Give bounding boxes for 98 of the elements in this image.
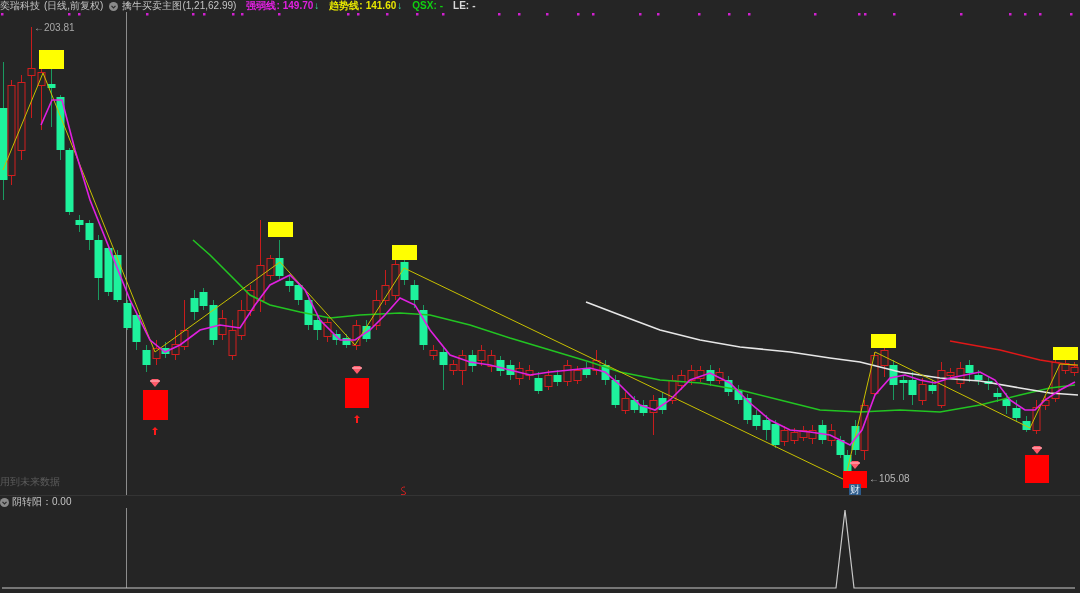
bullish-candlestick — [573, 365, 582, 385]
bearish-candlestick — [496, 355, 505, 377]
bullish-candlestick — [649, 394, 658, 436]
indicator-label: LE: — [453, 0, 470, 12]
bullish-candlestick — [429, 344, 438, 361]
indicator-name: 擒牛买卖主图(1,21,62.99) — [122, 0, 237, 12]
bullish-candlestick — [668, 374, 677, 405]
sell-signal-marker — [392, 245, 417, 260]
collapse-toggle-icon[interactable] — [109, 1, 119, 11]
bearish-candlestick — [1012, 399, 1021, 423]
bearish-candlestick — [190, 289, 199, 321]
bearish-candlestick — [161, 341, 170, 359]
bearish-candlestick — [468, 349, 477, 373]
trend-arrow: ↓ — [314, 0, 320, 12]
bearish-candlestick — [908, 371, 917, 406]
diamond-icon — [849, 461, 861, 469]
indicator-label: 强弱线: — [246, 0, 280, 12]
bearish-candlestick — [771, 419, 780, 449]
bearish-candlestick — [851, 419, 860, 456]
bullish-candlestick — [487, 349, 496, 373]
indicator-value: 141.60 — [365, 0, 397, 12]
bullish-candlestick — [715, 367, 724, 385]
low-price-label: ←105.08 — [869, 473, 910, 485]
bearish-candlestick — [836, 435, 845, 459]
bullish-candlestick — [237, 299, 246, 341]
sell-signal-marker — [268, 222, 293, 237]
up-arrow-icon — [152, 427, 158, 435]
bullish-candlestick — [808, 424, 817, 445]
bearish-candlestick — [928, 379, 937, 395]
bearish-candlestick — [332, 329, 341, 346]
indicator-label: 趋势线: — [329, 0, 363, 12]
bearish-candlestick — [1022, 415, 1031, 433]
bullish-candlestick — [687, 364, 696, 386]
bullish-candlestick — [860, 399, 869, 461]
bearish-candlestick — [706, 364, 715, 387]
bearish-candlestick — [313, 314, 322, 341]
bullish-candlestick — [477, 344, 486, 367]
buy-signal-marker — [345, 378, 369, 408]
bearish-candlestick — [553, 369, 562, 387]
small-marker-icon — [400, 486, 407, 495]
bearish-candlestick — [601, 359, 610, 386]
bearish-candlestick — [639, 399, 648, 417]
bullish-candlestick — [621, 391, 630, 415]
bearish-candlestick — [47, 67, 56, 128]
finance-badge: 财 — [849, 484, 861, 495]
bullish-candlestick — [918, 377, 927, 406]
bearish-candlestick — [582, 361, 591, 379]
bullish-candlestick — [827, 423, 836, 447]
buy-signal-marker — [143, 390, 168, 420]
indicator-value: - — [472, 0, 476, 12]
bullish-candlestick — [152, 339, 161, 366]
bearish-candlestick — [762, 414, 771, 441]
indicator-title: 阴转阳：0.00 — [12, 496, 72, 508]
high-price-label: ←203.81 — [34, 22, 75, 34]
stock-name: 奕瑞科技 — [0, 0, 40, 12]
up-arrow-icon — [354, 415, 360, 423]
bearish-candlestick — [818, 419, 827, 445]
bearish-candlestick — [965, 359, 974, 383]
bullish-candlestick — [228, 319, 237, 361]
collapse-toggle-icon[interactable] — [0, 497, 9, 507]
buy-signal-marker — [1025, 455, 1049, 483]
bearish-candlestick — [534, 371, 543, 395]
bullish-candlestick — [218, 309, 227, 341]
bearish-candlestick — [984, 375, 993, 391]
diamond-icon — [149, 379, 161, 387]
bearish-candlestick — [658, 391, 667, 415]
bullish-candlestick — [381, 269, 390, 306]
bullish-candlestick — [372, 289, 381, 331]
bullish-candlestick — [799, 425, 808, 442]
diamond-icon — [1031, 446, 1043, 454]
bullish-candlestick — [592, 349, 601, 376]
bearish-candlestick — [974, 369, 983, 386]
bearish-candlestick — [439, 347, 448, 391]
bearish-candlestick — [506, 359, 515, 381]
bearish-candlestick — [142, 344, 151, 373]
bearish-candlestick — [724, 375, 733, 397]
trend-arrow: ↓ — [397, 0, 403, 12]
bearish-candlestick — [630, 395, 639, 414]
sell-signal-marker — [1053, 347, 1078, 360]
sell-signal-marker — [871, 334, 896, 348]
bearish-candlestick — [342, 333, 351, 349]
diamond-icon — [351, 366, 363, 374]
bullish-candlestick — [544, 369, 553, 391]
bullish-candlestick — [323, 317, 332, 343]
bullish-candlestick — [1070, 361, 1079, 377]
bullish-candlestick — [696, 365, 705, 383]
bullish-candlestick — [780, 425, 789, 447]
chart-period: (日线,前复权) — [44, 0, 104, 12]
indicator-label: QSX: — [412, 0, 437, 12]
bullish-candlestick — [563, 359, 572, 387]
sell-signal-marker — [39, 50, 64, 69]
bullish-candlestick — [790, 427, 799, 445]
indicator-value: 149.70 — [282, 0, 314, 12]
bearish-candlestick — [611, 374, 620, 409]
bullish-candlestick — [352, 319, 361, 351]
bearish-candlestick — [362, 319, 371, 343]
indicator-value: - — [439, 0, 444, 12]
bearish-candlestick — [56, 94, 65, 161]
